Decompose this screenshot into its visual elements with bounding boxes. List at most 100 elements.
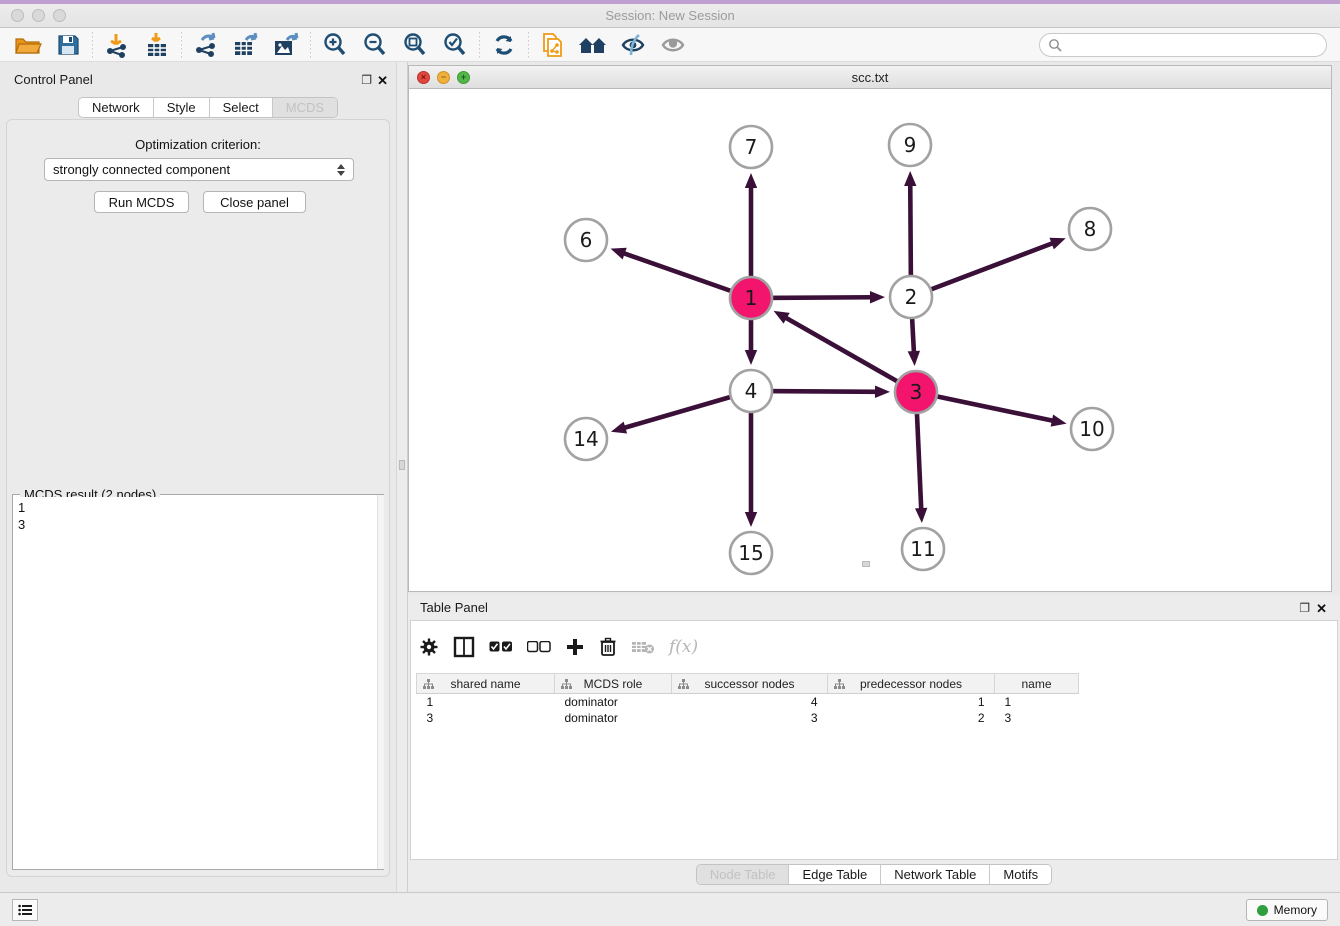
control-panel-tabs: NetworkStyleSelectMCDS	[78, 97, 338, 118]
toolbar-separator	[181, 32, 182, 58]
save-session-button[interactable]	[48, 30, 88, 60]
add-column-button[interactable]	[565, 637, 585, 657]
mcds-result-text[interactable]: 13	[13, 497, 371, 867]
graph-node-label: 10	[1079, 417, 1104, 441]
edge-arrowhead	[745, 173, 757, 188]
column-label: successor nodes	[704, 677, 794, 691]
import-table-icon	[144, 32, 170, 58]
table-row[interactable]: 3dominator323	[417, 710, 1079, 726]
import-table-button[interactable]	[137, 30, 177, 60]
function-button[interactable]: f(x)	[669, 637, 698, 657]
graph-node-label: 1	[745, 286, 758, 310]
hide-details-button[interactable]	[613, 30, 653, 60]
split-column-button[interactable]	[453, 636, 475, 658]
network-window-titlebar[interactable]: × − + scc.txt	[409, 66, 1331, 89]
task-history-button[interactable]	[12, 899, 38, 921]
zoom-in-button[interactable]	[315, 30, 355, 60]
memory-label: Memory	[1274, 903, 1317, 917]
table-cell[interactable]: 3	[995, 710, 1079, 726]
table-cell[interactable]: 1	[417, 694, 555, 710]
float-panel-icon[interactable]: ❐	[361, 73, 372, 87]
graph-node-label: 9	[904, 133, 917, 157]
export-network-button[interactable]	[186, 30, 226, 60]
tab-edge-table[interactable]: Edge Table	[789, 865, 881, 884]
deselect-all-button[interactable]	[527, 641, 551, 653]
column-header-successor-nodes[interactable]: successor nodes	[672, 674, 828, 694]
node-table[interactable]: shared nameMCDS role successor nodes prede…	[416, 673, 1079, 726]
table-cell[interactable]: dominator	[555, 694, 672, 710]
run-mcds-button[interactable]: Run MCDS	[94, 191, 189, 213]
zoom-fit-button[interactable]	[395, 30, 435, 60]
export-table-button[interactable]	[226, 30, 266, 60]
toolbar-separator	[479, 32, 480, 58]
open-session-icon	[14, 33, 42, 57]
tab-network-table[interactable]: Network Table	[881, 865, 990, 884]
table-cell[interactable]: 1	[995, 694, 1079, 710]
zoom-selected-button[interactable]	[435, 30, 475, 60]
network-canvas[interactable]: 7968124314101511	[409, 89, 1331, 591]
table-area: f(x) shared nameMCDS role successor nodes…	[410, 620, 1338, 860]
zoom-in-icon	[322, 32, 348, 58]
copy-style-icon	[539, 31, 567, 59]
float-table-panel-icon[interactable]: ❐	[1299, 601, 1310, 615]
open-session-button[interactable]	[8, 30, 48, 60]
column-header-predecessor-nodes[interactable]: predecessor nodes	[828, 674, 995, 694]
column-header-shared-name[interactable]: shared name	[417, 674, 555, 694]
tab-network[interactable]: Network	[79, 98, 154, 117]
table-cell[interactable]: 1	[828, 694, 995, 710]
result-line: 1	[18, 499, 366, 516]
delete-button[interactable]	[599, 637, 617, 657]
import-network-button[interactable]	[97, 30, 137, 60]
table-row[interactable]: 1dominator411	[417, 694, 1079, 710]
edge-arrowhead	[745, 512, 757, 527]
show-details-button[interactable]	[653, 30, 693, 60]
refresh-button[interactable]	[484, 30, 524, 60]
edge-arrowhead	[908, 351, 920, 366]
select-all-button[interactable]	[489, 641, 513, 653]
home-button[interactable]	[573, 30, 613, 60]
export-image-button[interactable]	[266, 30, 306, 60]
edge-arrowhead	[1051, 414, 1067, 426]
close-panel-button[interactable]: Close panel	[203, 191, 306, 213]
table-tabs: Node TableEdge TableNetwork TableMotifs	[408, 864, 1340, 885]
close-panel-icon[interactable]: ✕	[377, 73, 388, 89]
network-window: × − + scc.txt 7968124314101511	[408, 65, 1332, 592]
memory-status-icon	[1257, 905, 1268, 916]
table-cell[interactable]: 3	[672, 710, 828, 726]
tab-node-table[interactable]: Node Table	[697, 865, 790, 884]
criterion-dropdown[interactable]: strongly connected component	[44, 158, 354, 181]
hide-details-icon	[619, 32, 647, 58]
column-header-name[interactable]: name	[995, 674, 1079, 694]
list-icon	[18, 904, 32, 916]
window-resize-grip[interactable]	[862, 561, 870, 567]
window-title: Session: New Session	[0, 8, 1340, 23]
table-cell[interactable]: dominator	[555, 710, 672, 726]
delete-column-button[interactable]	[631, 639, 655, 655]
window-titlebar: Session: New Session	[0, 0, 1340, 28]
edge-arrowhead	[611, 422, 627, 434]
table-cell[interactable]: 2	[828, 710, 995, 726]
panel-divider[interactable]	[396, 62, 408, 892]
graph-node-label: 3	[910, 380, 923, 404]
graph-node-label: 6	[580, 228, 593, 252]
zoom-out-button[interactable]	[355, 30, 395, 60]
attribute-tree-icon	[834, 679, 845, 690]
tab-style[interactable]: Style	[154, 98, 210, 117]
column-header-mcds-role[interactable]: MCDS role	[555, 674, 672, 694]
tab-select[interactable]: Select	[210, 98, 273, 117]
graph-edge-2-8[interactable]	[911, 242, 1054, 297]
search-field[interactable]	[1039, 33, 1327, 57]
copy-style-button[interactable]	[533, 30, 573, 60]
gear-button[interactable]	[419, 637, 439, 657]
tab-mcds[interactable]: MCDS	[273, 98, 337, 117]
table-cell[interactable]: 3	[417, 710, 555, 726]
table-cell[interactable]: 4	[672, 694, 828, 710]
result-scrollbar[interactable]	[377, 495, 384, 869]
close-table-panel-icon[interactable]: ✕	[1316, 601, 1327, 617]
divider-grip[interactable]	[399, 460, 405, 470]
graph-edge-3-1[interactable]	[784, 317, 916, 392]
memory-button[interactable]: Memory	[1246, 899, 1328, 921]
import-network-icon	[103, 32, 131, 58]
tab-motifs[interactable]: Motifs	[990, 865, 1051, 884]
export-image-icon	[272, 32, 300, 58]
